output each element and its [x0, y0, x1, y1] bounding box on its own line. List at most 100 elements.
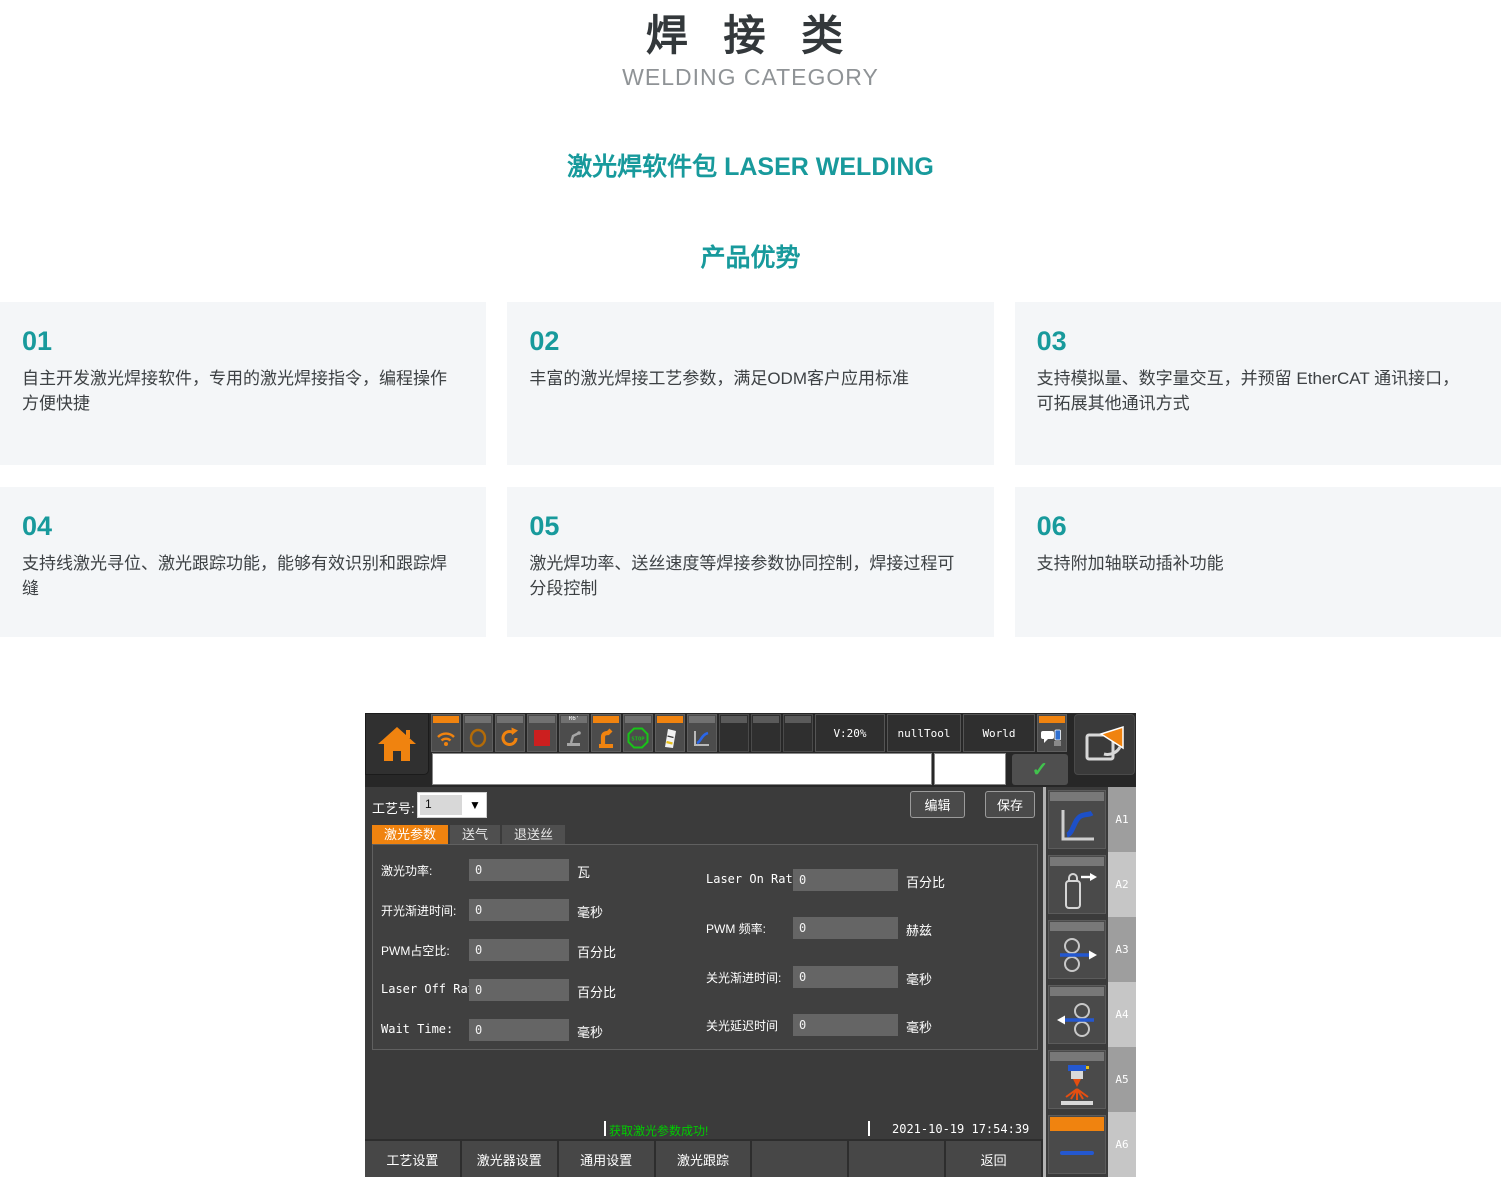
laser-tracking-button[interactable]: 激光跟踪 — [656, 1139, 753, 1177]
field-label: 激光功率: — [381, 862, 432, 879]
sidebar-item-a3[interactable]: A3 — [1046, 917, 1136, 982]
chat-device-button[interactable] — [1037, 714, 1067, 752]
refresh-button[interactable] — [495, 714, 525, 752]
robot-status-button[interactable]: R6' — [559, 714, 589, 752]
card-text: 支持附加轴联动插补功能 — [1037, 552, 1475, 577]
process-number-label: 工艺号: — [372, 798, 415, 817]
chart-curve-button[interactable] — [687, 714, 717, 752]
laser-power-input[interactable] — [469, 859, 569, 881]
edit-button[interactable]: 编辑 — [910, 791, 965, 818]
stop-square-button[interactable] — [527, 714, 557, 752]
advantage-card-3: 03 支持模拟量、数字量交互，并预留 EtherCAT 通讯接口，可拓展其他通讯… — [1015, 302, 1501, 465]
parameter-tabs: 激光参数 送气 退送丝 — [372, 825, 565, 844]
field-unit: 毫秒 — [906, 969, 932, 988]
field-label: Laser Off Rat: — [381, 982, 482, 996]
field-label: 关光延迟时间 — [706, 1017, 778, 1034]
wifi-button[interactable] — [431, 714, 461, 752]
advantage-card-4: 04 支持线激光寻位、激光跟踪功能，能够有效识别和跟踪焊缝 — [0, 487, 486, 637]
frame-indicator[interactable]: World — [963, 714, 1035, 752]
field-unit: 毫秒 — [577, 902, 603, 921]
status-message: 获取激光参数成功! — [609, 1122, 708, 1139]
sidebar-label: A1 — [1108, 787, 1136, 852]
refresh-icon — [496, 724, 524, 751]
sidebar-item-a5[interactable]: A5 — [1046, 1047, 1136, 1112]
robot-icon — [560, 724, 588, 751]
save-button[interactable]: 保存 — [985, 791, 1035, 818]
tool-indicator[interactable]: nullTool — [887, 714, 961, 752]
hand-write-button[interactable] — [655, 714, 685, 752]
field-unit: 瓦 — [577, 862, 590, 881]
page-subtitle: WELDING CATEGORY — [0, 64, 1501, 91]
hand-write-icon — [656, 724, 684, 751]
sidebar-item-a4[interactable]: A4 — [1046, 982, 1136, 1047]
field-unit: 毫秒 — [577, 1022, 603, 1041]
status-cursor — [604, 1121, 606, 1136]
field-label: Wait Time: — [381, 1022, 453, 1036]
card-number: 05 — [529, 511, 967, 542]
export-icon — [1082, 724, 1128, 766]
pwm-frequency-input[interactable] — [793, 917, 898, 939]
field-unit: 百分比 — [577, 982, 616, 1001]
advantage-card-2: 02 丰富的激光焊接工艺参数，满足ODM客户应用标准 — [507, 302, 993, 465]
tab-wire-retract[interactable]: 退送丝 — [502, 825, 565, 844]
laser-parameters-panel: 激光功率: 瓦 开光渐进时间: 毫秒 PWM占空比: 百分比 Laser Off… — [372, 844, 1038, 1050]
sidebar-label: A4 — [1108, 982, 1136, 1047]
sidebar-item-a2[interactable]: A2 — [1046, 852, 1136, 917]
card-number: 01 — [22, 326, 460, 357]
velocity-indicator[interactable]: V:20% — [815, 714, 885, 752]
laser-device-settings-button[interactable]: 激光器设置 — [462, 1139, 559, 1177]
circle-icon — [464, 724, 492, 751]
right-sidebar: A1 A2 — [1046, 787, 1136, 1177]
laser-off-delay-input[interactable] — [793, 1014, 898, 1036]
tab-gas-feed[interactable]: 送气 — [450, 825, 500, 844]
check-icon: ✓ — [1032, 757, 1049, 782]
tab-laser-params[interactable]: 激光参数 — [372, 825, 448, 844]
export-button[interactable] — [1074, 714, 1135, 775]
field-label: PWM占空比: — [381, 942, 450, 959]
chart-curve-icon — [688, 724, 716, 751]
empty-button — [752, 1139, 849, 1177]
field-label: Laser On Rat: — [706, 872, 800, 886]
card-text: 支持模拟量、数字量交互，并预留 EtherCAT 通讯接口，可拓展其他通讯方式 — [1037, 367, 1475, 416]
sidebar-item-a1[interactable]: A1 — [1046, 787, 1136, 852]
back-button[interactable]: 返回 — [946, 1139, 1043, 1177]
page: 焊 接 类 WELDING CATEGORY 激光焊软件包 LASER WELD… — [0, 0, 1501, 1177]
card-number: 03 — [1037, 326, 1475, 357]
laser-on-rat-input[interactable] — [793, 869, 898, 891]
general-settings-button[interactable]: 通用设置 — [559, 1139, 656, 1177]
card-text: 自主开发激光焊接软件，专用的激光焊接指令，编程操作方便快捷 — [22, 367, 460, 416]
wire-retract-icon — [1049, 997, 1105, 1043]
advantage-card-6: 06 支持附加轴联动插补功能 — [1015, 487, 1501, 637]
command-aux-box[interactable] — [934, 753, 1006, 785]
advantage-cards: 01 自主开发激光焊接软件，专用的激光焊接指令，编程操作方便快捷 02 丰富的激… — [0, 302, 1501, 637]
sidebar-label: A2 — [1108, 852, 1136, 917]
process-number-dropdown[interactable]: 1 ▼ — [417, 792, 487, 818]
gas-bottle-icon — [1049, 867, 1105, 913]
card-text: 丰富的激光焊接工艺参数，满足ODM客户应用标准 — [529, 367, 967, 392]
confirm-button[interactable]: ✓ — [1012, 754, 1068, 785]
field-label: PWM 频率: — [706, 920, 766, 937]
page-title: 焊 接 类 — [0, 2, 1501, 63]
top-toolbar: R6' — [365, 713, 1136, 787]
laser-off-ramp-input[interactable] — [793, 966, 898, 988]
home-button[interactable] — [365, 713, 429, 775]
status-timestamp: 2021-10-19 17:54:39 — [892, 1122, 1029, 1136]
laser-off-rat-input[interactable] — [469, 979, 569, 1001]
robot-arm-button[interactable] — [591, 714, 621, 752]
command-input[interactable] — [432, 753, 932, 785]
laser-on-ramp-input[interactable] — [469, 899, 569, 921]
process-settings-button[interactable]: 工艺设置 — [365, 1139, 462, 1177]
chevron-down-icon: ▼ — [464, 793, 486, 817]
card-number: 04 — [22, 511, 460, 542]
circle-button[interactable] — [463, 714, 493, 752]
field-unit: 赫兹 — [906, 920, 932, 939]
sidebar-label: A5 — [1108, 1047, 1136, 1112]
sidebar-item-a6[interactable]: A6 — [1046, 1112, 1136, 1177]
field-label: 关光渐进时间: — [706, 969, 781, 986]
wait-time-input[interactable] — [469, 1019, 569, 1041]
curve-ramp-icon — [1049, 802, 1105, 848]
toolbar-icons: R6' — [431, 714, 1067, 752]
pwm-duty-input[interactable] — [469, 939, 569, 961]
stop-sign-button[interactable]: STOP — [623, 714, 653, 752]
advantage-card-5: 05 激光焊功率、送丝速度等焊接参数协同控制，焊接过程可分段控制 — [507, 487, 993, 637]
